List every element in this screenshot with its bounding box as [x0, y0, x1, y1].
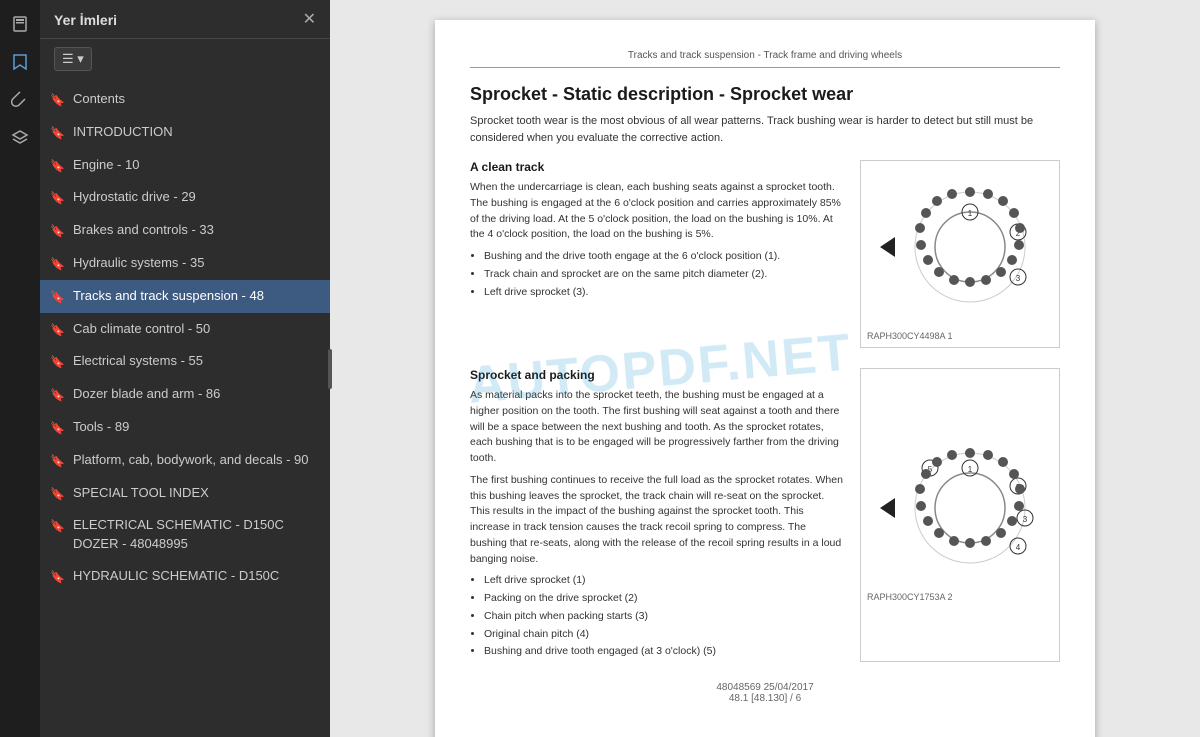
bookmark-item-icon: 🔖	[50, 256, 65, 273]
sidebar-item[interactable]: 🔖 Cab climate control - 50	[40, 313, 330, 346]
section-intro: Sprocket tooth wear is the most obvious …	[470, 113, 1060, 146]
sidebar-item[interactable]: 🔖 Hydrostatic drive - 29	[40, 181, 330, 214]
sidebar-item[interactable]: 🔖 Tools - 89	[40, 411, 330, 444]
pages-icon[interactable]	[4, 8, 36, 40]
packing-para-2: The first bushing continues to receive t…	[470, 473, 844, 568]
sidebar-item[interactable]: 🔖 ELECTRICAL SCHEMATIC - D150C DOZER - 48…	[40, 509, 330, 559]
sidebar-item-label: Hydraulic systems - 35	[73, 254, 316, 272]
sidebar-item[interactable]: 🔖 Platform, cab, bodywork, and decals - 9…	[40, 444, 330, 477]
packing-para-1: As material packs into the sprocket teet…	[470, 388, 844, 467]
list-item: Track chain and sprocket are on the same…	[484, 267, 844, 283]
sidebar-item-label: ELECTRICAL SCHEMATIC - D150C DOZER - 480…	[73, 516, 316, 552]
sprocket-svg-2: 1 2 3 4 5	[870, 428, 1050, 588]
bookmark-item-icon: 🔖	[50, 223, 65, 240]
clean-track-bullets: Bushing and the drive tooth engage at th…	[484, 249, 844, 300]
left-toolbar	[0, 0, 40, 737]
diagram-2: 1 2 3 4 5	[860, 368, 1060, 662]
sidebar-item-label: INTRODUCTION	[73, 123, 316, 141]
sidebar-title: Yer İmleri	[54, 12, 117, 28]
bookmark-item-icon: 🔖	[50, 453, 65, 470]
bookmark-item-icon: 🔖	[50, 158, 65, 175]
sidebar-items: 🔖 Contents 🔖 INTRODUCTION 🔖 Engine - 10 🔖 Hydro…	[40, 79, 330, 737]
sidebar-item-label: Engine - 10	[73, 156, 316, 174]
sidebar-item[interactable]: 🔖 Tracks and track suspension - 48	[40, 280, 330, 313]
page-container: Tracks and track suspension - Track fram…	[435, 20, 1095, 737]
sidebar-item-label: Dozer blade and arm - 86	[73, 385, 316, 403]
sidebar-item[interactable]: 🔖 Dozer blade and arm - 86	[40, 378, 330, 411]
bookmark-item-icon: 🔖	[50, 190, 65, 207]
sidebar-item[interactable]: 🔖 Hydraulic systems - 35	[40, 247, 330, 280]
page-header: Tracks and track suspension - Track fram…	[470, 50, 1060, 61]
sidebar-item-label: Cab climate control - 50	[73, 320, 316, 338]
sidebar-toolbar: ☰ ▾	[40, 39, 330, 79]
packing-block: Sprocket and packing As material packs i…	[470, 368, 1060, 662]
layers-icon[interactable]	[4, 122, 36, 154]
page-footer: 48048569 25/04/2017 48.1 [48.130] / 6	[470, 682, 1060, 704]
attachment-icon[interactable]	[4, 84, 36, 116]
svg-text:1: 1	[968, 465, 973, 474]
bookmark-item-icon: 🔖	[50, 518, 65, 535]
bookmark-item-icon: 🔖	[50, 569, 65, 586]
sidebar-item[interactable]: 🔖 Engine - 10	[40, 149, 330, 182]
main-content[interactable]: AUTOPDF.NET Tracks and track suspension …	[330, 0, 1200, 737]
packing-text: Sprocket and packing As material packs i…	[470, 368, 844, 662]
bookmark-icon[interactable]	[4, 46, 36, 78]
sidebar-item-label: Brakes and controls - 33	[73, 221, 316, 239]
sidebar-item-label: Tracks and track suspension - 48	[73, 287, 316, 305]
section-title: Sprocket - Static description - Sprocket…	[470, 84, 1060, 105]
list-item: Chain pitch when packing starts (3)	[484, 609, 844, 625]
svg-text:4: 4	[1016, 543, 1021, 552]
sidebar-item-label: Hydrostatic drive - 29	[73, 188, 316, 206]
clean-track-para: When the undercarriage is clean, each bu…	[470, 180, 844, 243]
sidebar-item-label: Tools - 89	[73, 418, 316, 436]
sidebar-item[interactable]: 🔖 SPECIAL TOOL INDEX	[40, 477, 330, 510]
bookmark-item-icon: 🔖	[50, 289, 65, 306]
sidebar-item[interactable]: 🔖 Electrical systems - 55	[40, 345, 330, 378]
bookmark-item-icon: 🔖	[50, 486, 65, 503]
sidebar-item-label: Contents	[73, 90, 316, 108]
sprocket-svg-1: 1 2 3	[870, 167, 1050, 327]
packing-bullets: Left drive sprocket (1) Packing on the dr…	[484, 573, 844, 660]
sidebar-item[interactable]: 🔖 INTRODUCTION	[40, 116, 330, 149]
bookmark-item-icon: 🔖	[50, 125, 65, 142]
svg-text:3: 3	[1016, 274, 1021, 283]
list-item: Left drive sprocket (3).	[484, 285, 844, 301]
list-item: Left drive sprocket (1)	[484, 573, 844, 589]
list-item: Packing on the drive sprocket (2)	[484, 591, 844, 607]
page-divider	[470, 67, 1060, 68]
sidebar-item-label: SPECIAL TOOL INDEX	[73, 484, 316, 502]
clean-track-text: A clean track When the undercarriage is …	[470, 160, 844, 348]
svg-text:1: 1	[968, 209, 973, 218]
sidebar-item-label: Electrical systems - 55	[73, 352, 316, 370]
sidebar-header: Yer İmleri ✕	[40, 0, 330, 39]
diagram-2-caption: RAPH300CY1753A 2	[867, 592, 1053, 602]
list-item: Bushing and the drive tooth engage at th…	[484, 249, 844, 265]
sidebar-item-label: HYDRAULIC SCHEMATIC - D150C	[73, 567, 316, 585]
sidebar-item[interactable]: 🔖 Contents	[40, 83, 330, 116]
bookmark-item-icon: 🔖	[50, 354, 65, 371]
list-item: Original chain pitch (4)	[484, 627, 844, 643]
list-view-button[interactable]: ☰ ▾	[54, 47, 92, 71]
footer-line1: 48048569 25/04/2017	[470, 682, 1060, 693]
bookmark-item-icon: 🔖	[50, 420, 65, 437]
diagram-1: 1 2 3	[860, 160, 1060, 348]
diagram-1-caption: RAPH300CY4498A 1	[867, 331, 1053, 341]
sidebar-item[interactable]: 🔖 HYDRAULIC SCHEMATIC - D150C	[40, 560, 330, 593]
bookmark-item-icon: 🔖	[50, 322, 65, 339]
list-item: Bushing and drive tooth engaged (at 3 o'…	[484, 644, 844, 660]
resize-handle[interactable]	[326, 0, 334, 737]
sidebar-close-button[interactable]: ✕	[303, 12, 316, 28]
sidebar: Yer İmleri ✕ ☰ ▾ 🔖Contents🔖INTRODUCTION🔖…	[40, 0, 330, 737]
sidebar-item[interactable]: 🔖 Brakes and controls - 33	[40, 214, 330, 247]
bookmark-item-icon: 🔖	[50, 92, 65, 109]
svg-text:3: 3	[1023, 515, 1028, 524]
clean-track-block: A clean track When the undercarriage is …	[470, 160, 1060, 348]
clean-track-title: A clean track	[470, 160, 844, 174]
bookmark-item-icon: 🔖	[50, 387, 65, 404]
footer-line2: 48.1 [48.130] / 6	[470, 693, 1060, 704]
packing-title: Sprocket and packing	[470, 368, 844, 382]
sidebar-item-label: Platform, cab, bodywork, and decals - 90	[73, 451, 316, 469]
